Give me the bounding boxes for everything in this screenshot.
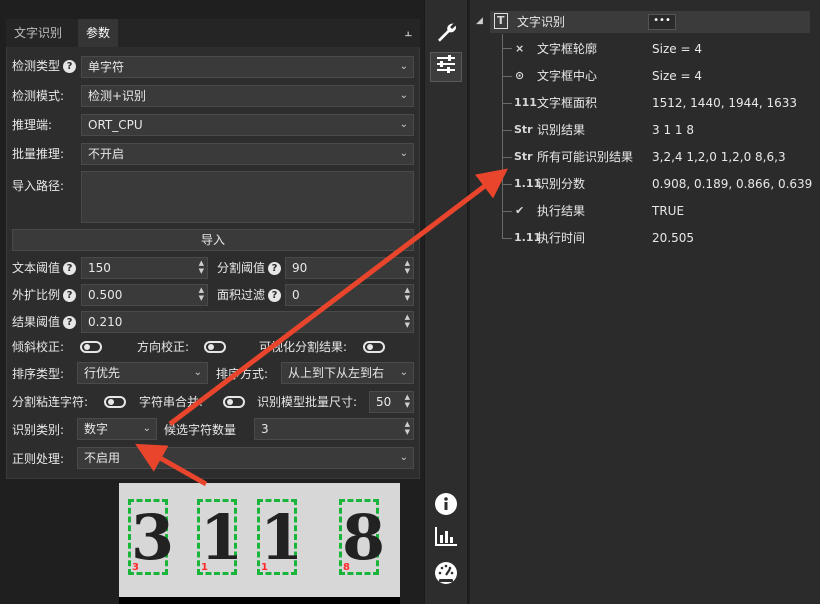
arrow-to-candidates bbox=[168, 168, 508, 426]
arrow-to-recog-class bbox=[135, 443, 208, 487]
annotation-arrows bbox=[135, 168, 508, 487]
